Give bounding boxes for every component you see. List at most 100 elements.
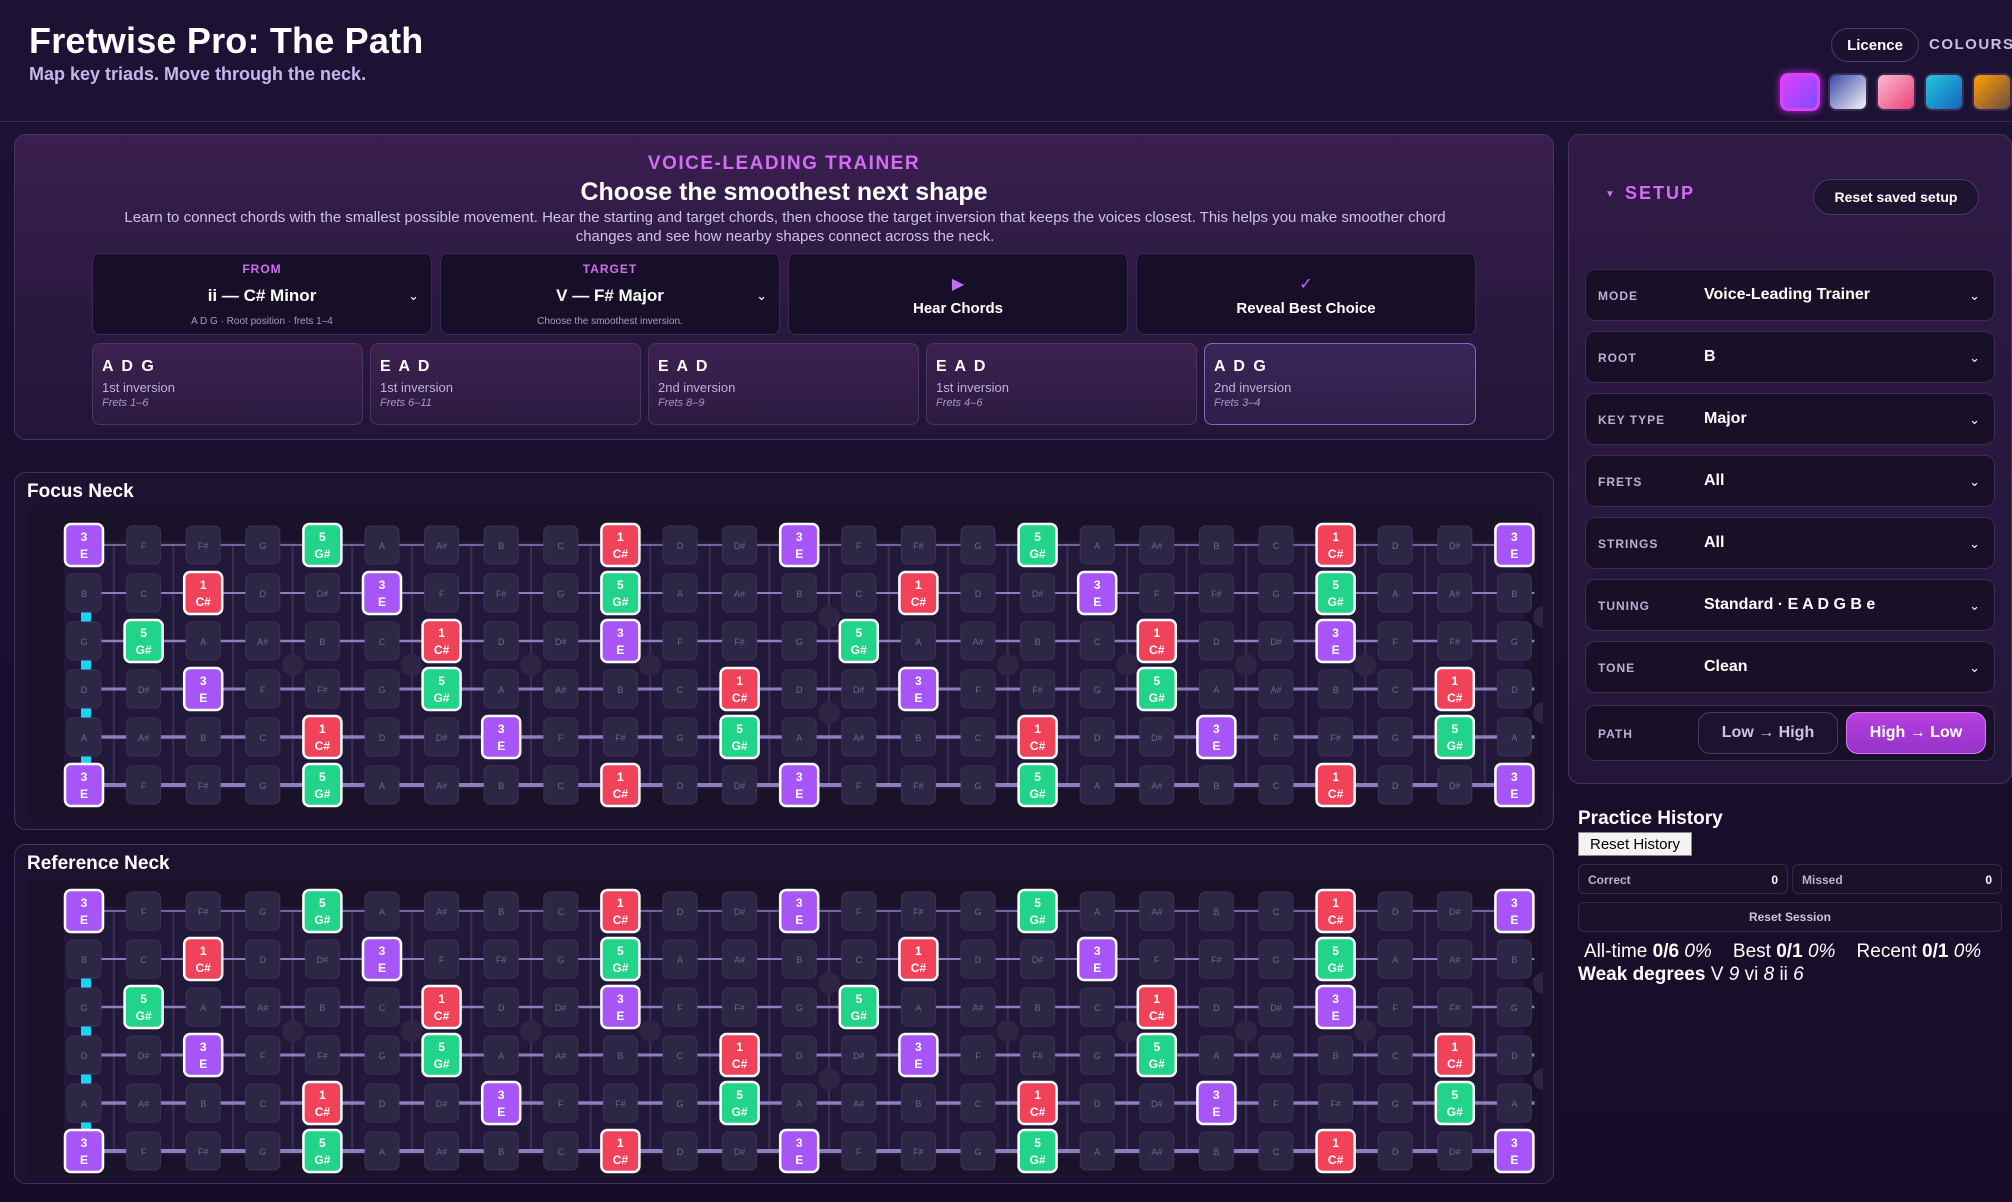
- ghost-note[interactable]: B: [781, 573, 817, 613]
- ghost-note[interactable]: A#: [1139, 765, 1175, 805]
- chord-tone-note[interactable]: 3E: [63, 888, 105, 934]
- chord-tone-note[interactable]: 3E: [361, 570, 403, 616]
- reveal-best-choice-button[interactable]: ✓ Reveal Best Choice: [1136, 253, 1476, 335]
- ghost-note[interactable]: D: [781, 669, 817, 709]
- chord-tone-note[interactable]: 5 G#: [421, 1032, 462, 1078]
- ghost-note[interactable]: D: [1198, 621, 1234, 661]
- ghost-note[interactable]: A: [1496, 1083, 1532, 1123]
- ghost-note[interactable]: F: [126, 765, 162, 805]
- ghost-note[interactable]: F#: [1437, 987, 1473, 1027]
- ghost-note[interactable]: A: [1377, 573, 1413, 613]
- ghost-note[interactable]: B: [1198, 765, 1234, 805]
- ghost-note[interactable]: C: [841, 573, 877, 613]
- ghost-note[interactable]: F: [543, 717, 579, 757]
- ghost-note[interactable]: A#: [841, 1083, 877, 1123]
- ghost-note[interactable]: F#: [602, 717, 638, 757]
- blue-white-theme-swatch[interactable]: [1828, 73, 1868, 111]
- ghost-note[interactable]: D#: [1437, 891, 1473, 931]
- ghost-note[interactable]: A: [364, 891, 400, 931]
- ghost-note[interactable]: B: [185, 1083, 221, 1123]
- ghost-note[interactable]: F#: [722, 987, 758, 1027]
- ghost-note[interactable]: F#: [185, 891, 221, 931]
- chord-tone-note[interactable]: 1 C#: [1136, 984, 1178, 1030]
- ghost-note[interactable]: C: [1258, 525, 1294, 565]
- ghost-note[interactable]: F#: [1020, 669, 1056, 709]
- chord-tone-note[interactable]: 1 C#: [182, 570, 224, 616]
- ghost-note[interactable]: G: [960, 525, 996, 565]
- ghost-note[interactable]: B: [781, 939, 817, 979]
- target-chord-select[interactable]: TARGET V — F# Major Choose the smoothest…: [440, 253, 780, 335]
- from-chord-select[interactable]: FROM ii — C# Minor A D G · Root position…: [92, 253, 432, 335]
- chord-tone-note[interactable]: 3E: [600, 984, 641, 1030]
- ghost-note[interactable]: F: [126, 525, 162, 565]
- ghost-note[interactable]: D: [662, 1131, 698, 1171]
- ghost-note[interactable]: D: [1198, 987, 1234, 1027]
- ghost-note[interactable]: D#: [841, 669, 877, 709]
- ghost-note[interactable]: B: [304, 621, 340, 661]
- inversion-option-4[interactable]: E A D 1st inversion Frets 4–6: [926, 343, 1197, 425]
- ghost-note[interactable]: A#: [1258, 669, 1294, 709]
- chord-tone-note[interactable]: 3E: [1076, 570, 1118, 616]
- ghost-note[interactable]: C: [960, 1083, 996, 1123]
- chord-tone-note[interactable]: 1 C#: [898, 570, 939, 616]
- reset-history-button[interactable]: Reset History: [1578, 832, 1692, 856]
- chord-tone-note[interactable]: 5 G#: [1017, 888, 1058, 934]
- ghost-note[interactable]: D#: [1020, 573, 1056, 613]
- ghost-note[interactable]: C: [1377, 1035, 1413, 1075]
- ghost-note[interactable]: G: [960, 891, 996, 931]
- ghost-note[interactable]: F#: [304, 1035, 340, 1075]
- ghost-note[interactable]: A: [1079, 525, 1115, 565]
- ghost-note[interactable]: G: [781, 987, 817, 1027]
- ghost-note[interactable]: A#: [722, 573, 758, 613]
- ghost-note[interactable]: F#: [1318, 717, 1354, 757]
- chord-tone-note[interactable]: 3E: [182, 666, 224, 712]
- ghost-note[interactable]: B: [1496, 939, 1532, 979]
- ghost-note[interactable]: A: [483, 669, 519, 709]
- ghost-note[interactable]: F: [841, 525, 877, 565]
- chord-tone-note[interactable]: 3E: [1196, 714, 1237, 760]
- ghost-note[interactable]: G: [662, 1083, 698, 1123]
- ghost-note[interactable]: A: [185, 987, 221, 1027]
- ghost-note[interactable]: B: [483, 891, 519, 931]
- ghost-note[interactable]: C: [126, 939, 162, 979]
- ghost-note[interactable]: D#: [722, 765, 758, 805]
- ghost-note[interactable]: G: [1377, 717, 1413, 757]
- ghost-note[interactable]: C: [1079, 987, 1115, 1027]
- ghost-note[interactable]: B: [1198, 525, 1234, 565]
- chord-tone-note[interactable]: 1 C#: [1434, 666, 1476, 712]
- ghost-note[interactable]: D: [66, 669, 102, 709]
- ghost-note[interactable]: F: [1258, 717, 1294, 757]
- chord-tone-note[interactable]: 5 G#: [1315, 936, 1356, 982]
- ghost-note[interactable]: A#: [1437, 939, 1473, 979]
- ghost-note[interactable]: D#: [1139, 717, 1175, 757]
- chord-tone-note[interactable]: 1 C#: [1136, 618, 1178, 664]
- ghost-note[interactable]: G: [364, 1035, 400, 1075]
- chord-tone-note[interactable]: 1 C#: [719, 1032, 760, 1078]
- ghost-note[interactable]: A: [66, 717, 102, 757]
- ghost-note[interactable]: B: [602, 1035, 638, 1075]
- chord-tone-note[interactable]: 1 C#: [421, 984, 462, 1030]
- ghost-note[interactable]: F#: [185, 525, 221, 565]
- ghost-note[interactable]: C: [245, 1083, 281, 1123]
- chord-tone-note[interactable]: 1 C#: [1017, 714, 1058, 760]
- ghost-note[interactable]: A: [1198, 1035, 1234, 1075]
- ghost-note[interactable]: G: [1496, 987, 1532, 1027]
- ghost-note[interactable]: G: [960, 1131, 996, 1171]
- ghost-note[interactable]: A#: [722, 939, 758, 979]
- ghost-note[interactable]: A: [900, 621, 936, 661]
- ghost-note[interactable]: C: [1258, 1131, 1294, 1171]
- ghost-note[interactable]: G: [66, 621, 102, 661]
- ghost-note[interactable]: A#: [126, 1083, 162, 1123]
- ghost-note[interactable]: F#: [185, 1131, 221, 1171]
- ghost-note[interactable]: B: [1198, 891, 1234, 931]
- ghost-note[interactable]: A#: [1139, 1131, 1175, 1171]
- ghost-note[interactable]: F#: [602, 1083, 638, 1123]
- magenta-theme-swatch[interactable]: [1780, 73, 1820, 111]
- ghost-note[interactable]: C: [841, 939, 877, 979]
- ghost-note[interactable]: D#: [424, 1083, 460, 1123]
- ghost-note[interactable]: A#: [1258, 1035, 1294, 1075]
- ghost-note[interactable]: A#: [841, 717, 877, 757]
- ghost-note[interactable]: F: [1139, 573, 1175, 613]
- ghost-note[interactable]: A#: [1139, 891, 1175, 931]
- ghost-note[interactable]: G: [245, 891, 281, 931]
